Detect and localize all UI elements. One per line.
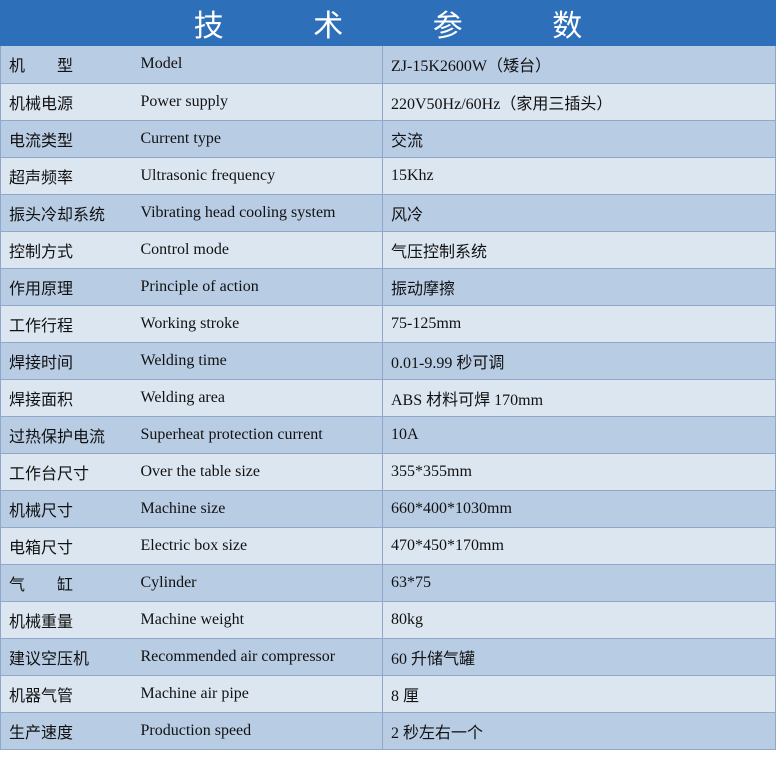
param-name-cn: 机 型 bbox=[0, 46, 133, 84]
param-value: 0.01-9.99 秒可调 bbox=[382, 342, 776, 380]
param-name-en: Power supply bbox=[132, 83, 383, 121]
spec-table: 机 型 Model ZJ-15K2600W（矮台） 机械电源 Power supply 2… bbox=[0, 46, 776, 750]
param-value: 气压控制系统 bbox=[382, 231, 776, 269]
param-value: 220V50Hz/60Hz（家用三插头） bbox=[382, 83, 776, 121]
table-row: 电流类型 Current type 交流 bbox=[0, 120, 776, 158]
param-name-cn: 作用原理 bbox=[0, 268, 133, 306]
param-name-en: Model bbox=[132, 46, 383, 84]
table-row: 过热保护电流 Superheat protection current 10A bbox=[0, 416, 776, 454]
param-name-cn: 过热保护电流 bbox=[0, 416, 133, 454]
param-name-en: Over the table size bbox=[132, 453, 383, 491]
param-name-cn: 机器气管 bbox=[0, 675, 133, 713]
param-value: 风冷 bbox=[382, 194, 776, 232]
table-row: 机器气管 Machine air pipe 8 厘 bbox=[0, 675, 776, 713]
spec-table-body: 机 型 Model ZJ-15K2600W（矮台） 机械电源 Power supply 2… bbox=[0, 46, 776, 750]
table-row: 工作行程 Working stroke 75-125mm bbox=[0, 305, 776, 343]
table-row: 焊接时间 Welding time 0.01-9.99 秒可调 bbox=[0, 342, 776, 380]
table-row: 机械尺寸 Machine size 660*400*1030mm bbox=[0, 490, 776, 528]
table-row: 气 缸 Cylinder 63*75 bbox=[0, 564, 776, 602]
param-value: 15Khz bbox=[382, 157, 776, 195]
param-name-cn: 焊接面积 bbox=[0, 379, 133, 417]
param-name-cn: 机械电源 bbox=[0, 83, 133, 121]
param-value: 8 厘 bbox=[382, 675, 776, 713]
param-name-cn: 工作台尺寸 bbox=[0, 453, 133, 491]
param-name-cn: 工作行程 bbox=[0, 305, 133, 343]
param-value: 60 升储气罐 bbox=[382, 638, 776, 676]
table-row: 超声频率 Ultrasonic frequency 15Khz bbox=[0, 157, 776, 195]
param-name-cn: 焊接时间 bbox=[0, 342, 133, 380]
param-name-en: Vibrating head cooling system bbox=[132, 194, 383, 232]
table-row: 作用原理 Principle of action 振动摩擦 bbox=[0, 268, 776, 306]
table-row: 机械电源 Power supply 220V50Hz/60Hz（家用三插头） bbox=[0, 83, 776, 121]
param-name-cn: 气 缸 bbox=[0, 564, 133, 602]
param-name-cn: 建议空压机 bbox=[0, 638, 133, 676]
param-name-en: Machine air pipe bbox=[132, 675, 383, 713]
param-value: 470*450*170mm bbox=[382, 527, 776, 565]
param-value: 10A bbox=[382, 416, 776, 454]
table-row: 机 型 Model ZJ-15K2600W（矮台） bbox=[0, 46, 776, 84]
param-name-cn: 电箱尺寸 bbox=[0, 527, 133, 565]
param-name-en: Welding area bbox=[132, 379, 383, 417]
param-value: 振动摩擦 bbox=[382, 268, 776, 306]
param-name-cn: 超声频率 bbox=[0, 157, 133, 195]
param-value: 63*75 bbox=[382, 564, 776, 602]
param-value: ABS 材料可焊 170mm bbox=[382, 379, 776, 417]
param-value: 2 秒左右一个 bbox=[382, 712, 776, 750]
param-value: 80kg bbox=[382, 601, 776, 639]
table-row: 控制方式 Control mode 气压控制系统 bbox=[0, 231, 776, 269]
param-name-en: Cylinder bbox=[132, 564, 383, 602]
param-value: 75-125mm bbox=[382, 305, 776, 343]
param-name-en: Electric box size bbox=[132, 527, 383, 565]
param-name-en: Machine weight bbox=[132, 601, 383, 639]
param-value: 660*400*1030mm bbox=[382, 490, 776, 528]
param-name-en: Superheat protection current bbox=[132, 416, 383, 454]
table-row: 生产速度 Production speed 2 秒左右一个 bbox=[0, 712, 776, 750]
table-row: 焊接面积 Welding area ABS 材料可焊 170mm bbox=[0, 379, 776, 417]
param-name-en: Machine size bbox=[132, 490, 383, 528]
table-row: 机械重量 Machine weight 80kg bbox=[0, 601, 776, 639]
param-name-en: Current type bbox=[132, 120, 383, 158]
param-name-cn: 生产速度 bbox=[0, 712, 133, 750]
param-name-cn: 机械重量 bbox=[0, 601, 133, 639]
param-name-cn: 机械尺寸 bbox=[0, 490, 133, 528]
param-name-en: Control mode bbox=[132, 231, 383, 269]
spec-sheet: 技 术 参 数 机 型 Model ZJ-15K2600W（矮台） 机械电源 Power… bbox=[0, 0, 776, 771]
table-row: 振头冷却系统 Vibrating head cooling system 风冷 bbox=[0, 194, 776, 232]
param-name-en: Welding time bbox=[132, 342, 383, 380]
table-row: 工作台尺寸 Over the table size 355*355mm bbox=[0, 453, 776, 491]
param-value: 355*355mm bbox=[382, 453, 776, 491]
table-row: 建议空压机 Recommended air compressor 60 升储气罐 bbox=[0, 638, 776, 676]
param-value: 交流 bbox=[382, 120, 776, 158]
param-name-en: Recommended air compressor bbox=[132, 638, 383, 676]
param-name-en: Production speed bbox=[132, 712, 383, 750]
param-name-cn: 振头冷却系统 bbox=[0, 194, 133, 232]
page-title: 技 术 参 数 bbox=[193, 9, 623, 44]
param-name-cn: 控制方式 bbox=[0, 231, 133, 269]
table-row: 电箱尺寸 Electric box size 470*450*170mm bbox=[0, 527, 776, 565]
title-bar: 技 术 参 数 bbox=[0, 0, 776, 46]
param-name-en: Working stroke bbox=[132, 305, 383, 343]
param-name-cn: 电流类型 bbox=[0, 120, 133, 158]
param-value: ZJ-15K2600W（矮台） bbox=[382, 46, 776, 84]
param-name-en: Ultrasonic frequency bbox=[132, 157, 383, 195]
param-name-en: Principle of action bbox=[132, 268, 383, 306]
